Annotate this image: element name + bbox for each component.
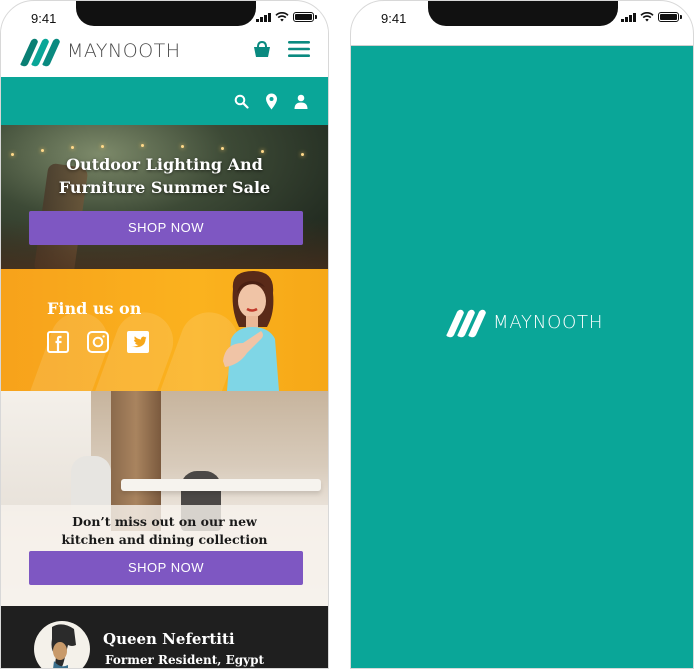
splash-screen: 9:41 MAYNOOTH [350,0,694,669]
testimonial-role: Former Resident, Egypt [105,653,265,667]
system-indicators [256,12,317,22]
dining-shop-now-button[interactable]: SHOP NOW [29,551,303,585]
signal-icon [621,12,636,22]
status-bar: 9:41 [351,1,693,29]
brand-logo[interactable]: MAYNOOTH [17,35,181,67]
dining-title: Don’t miss out on our new kitchen and di… [1,513,328,549]
testimonial-name: Queen Nefertiti [103,630,235,648]
splash-logo: MAYNOOTH [443,306,603,338]
splash-background: MAYNOOTH [351,45,693,668]
hamburger-menu-icon[interactable] [288,40,310,58]
social-banner: Find us on [1,269,328,391]
search-icon[interactable] [234,94,249,109]
system-indicators [621,12,682,22]
wifi-icon [640,12,654,22]
hero-shop-now-button[interactable]: SHOP NOW [29,211,303,245]
nefertiti-bust-icon [51,624,76,668]
hero-title-line-2: Furniture Summer Sale [58,178,271,197]
app-header: MAYNOOTH [1,29,328,77]
instagram-icon[interactable] [87,331,109,353]
status-time: 9:41 [381,11,407,26]
home-screen: 9:41 MAYNOOTH Outdoor Lighting And Furni… [0,0,329,669]
testimonial-card: Queen Nefertiti Former Resident, Egypt [1,606,328,668]
dining-collection-banner: Don’t miss out on our new kitchen and di… [1,391,328,606]
device-notch [428,1,618,26]
battery-icon [658,12,682,22]
social-title: Find us on [47,299,142,318]
cart-icon[interactable] [252,39,272,59]
brand-name: MAYNOOTH [67,40,181,62]
twitter-icon[interactable] [127,331,149,353]
maynooth-logo-icon [20,38,60,67]
user-icon[interactable] [294,94,308,109]
device-notch [76,1,256,26]
splash-brand-name: MAYNOOTH [493,311,604,333]
location-pin-icon[interactable] [265,93,278,110]
status-time: 9:41 [31,11,57,26]
facebook-icon[interactable] [47,331,69,353]
table-illustration [121,479,321,491]
wifi-icon [275,12,289,22]
hero-title-line-1: Outdoor Lighting And [66,155,263,174]
avatar [34,621,90,668]
signal-icon [256,12,271,22]
hero-title: Outdoor Lighting And Furniture Summer Sa… [1,153,328,199]
dining-title-line-1: Don’t miss out on our new [72,514,257,529]
model-photo [223,271,279,391]
utility-nav-bar [1,77,328,125]
summer-sale-banner: Outdoor Lighting And Furniture Summer Sa… [1,125,328,269]
battery-icon [293,12,317,22]
status-bar: 9:41 [1,1,328,29]
maynooth-logo-icon [446,309,486,338]
dining-title-line-2: kitchen and dining collection [61,532,268,547]
